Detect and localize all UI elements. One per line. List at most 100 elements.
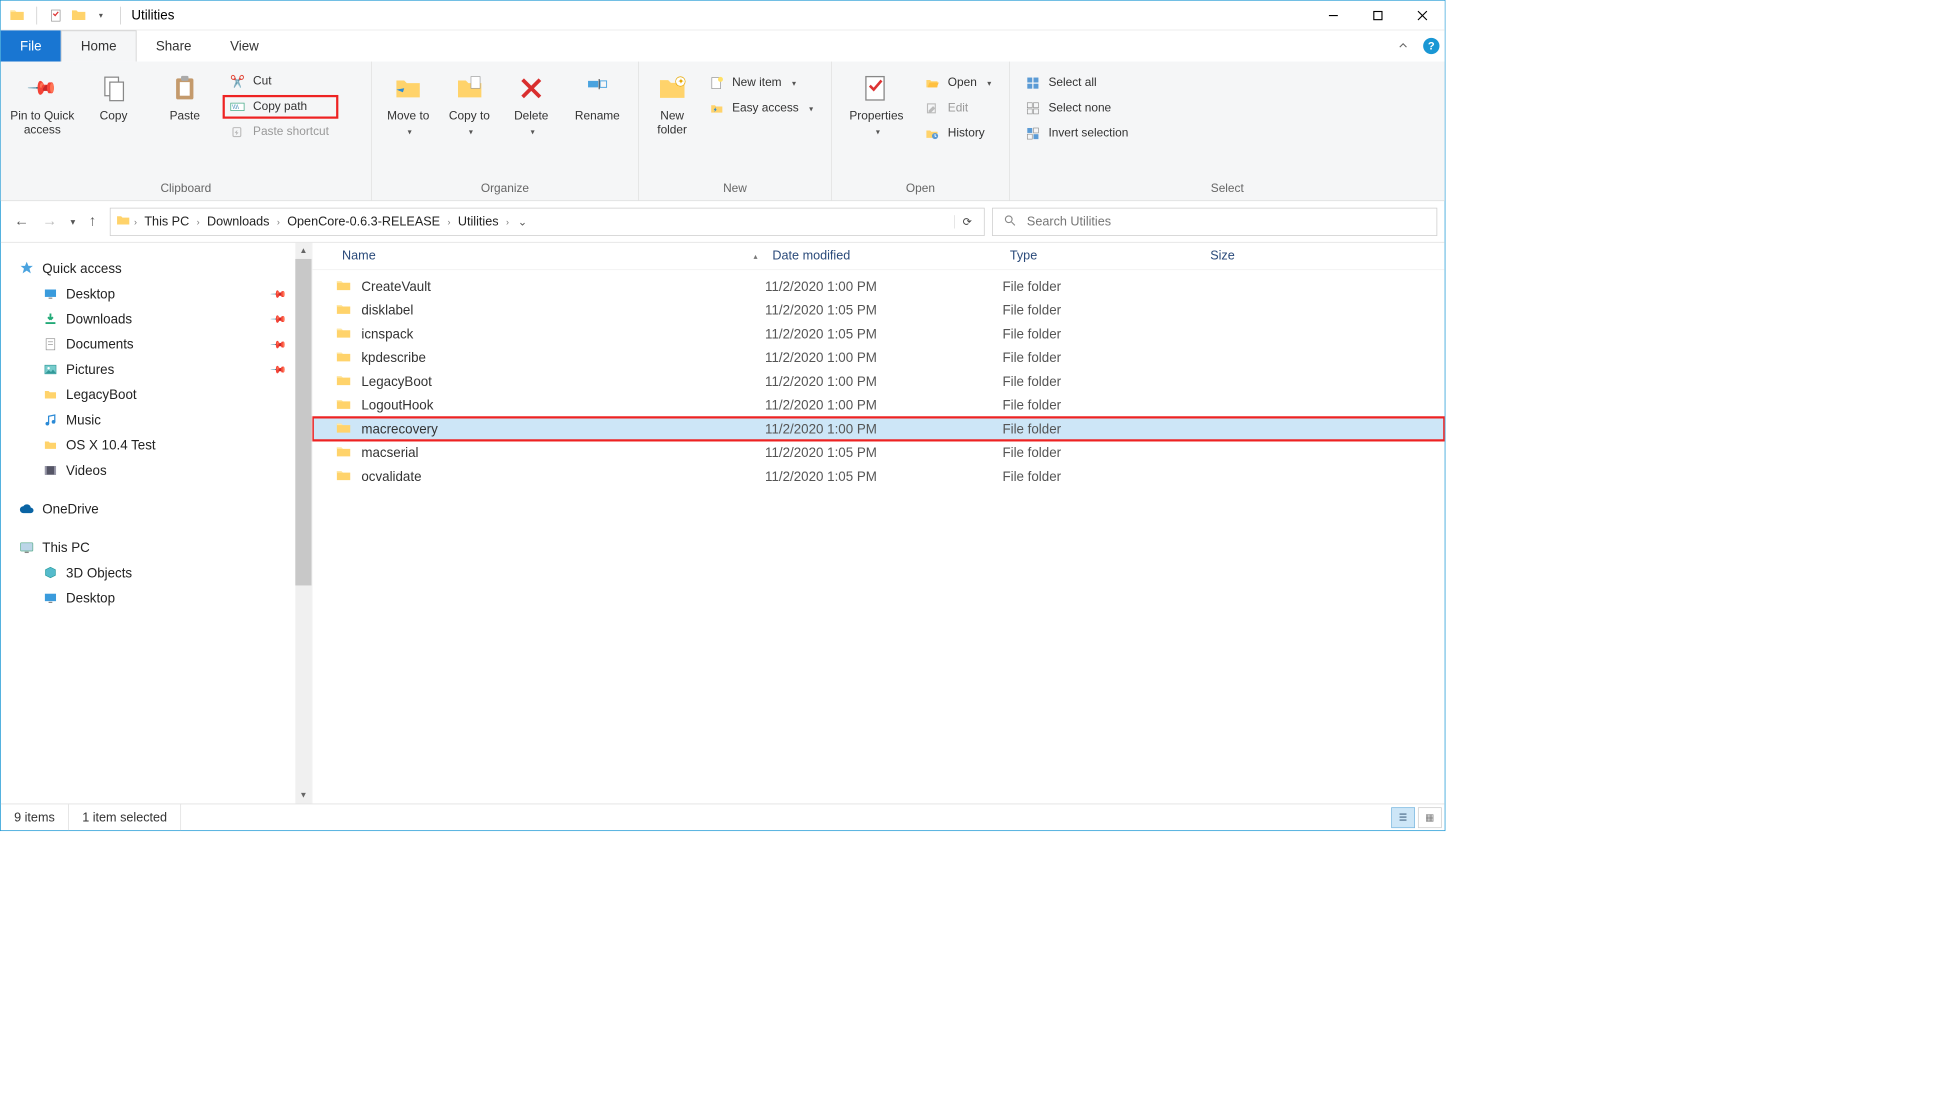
file-row[interactable]: disklabel 11/2/2020 1:05 PM File folder	[312, 298, 1444, 322]
sidebar-scrollbar[interactable]: ▲ ▼	[295, 243, 311, 804]
file-row[interactable]: CreateVault 11/2/2020 1:00 PM File folde…	[312, 275, 1444, 299]
group-select-label: Select	[1010, 180, 1445, 201]
history-button[interactable]: History	[918, 122, 1000, 144]
search-box[interactable]	[992, 207, 1437, 235]
open-button[interactable]: Open	[918, 72, 1000, 94]
nav-forward-button[interactable]: →	[42, 213, 57, 230]
scroll-down-icon[interactable]: ▼	[295, 787, 311, 803]
nav-recent-button[interactable]: ▾	[70, 216, 75, 228]
sidebar-item-documents[interactable]: Documents 📌	[16, 332, 305, 357]
sidebar-onedrive[interactable]: OneDrive	[16, 496, 305, 521]
pin-icon: 📌	[19, 65, 65, 111]
paste-shortcut-label: Paste shortcut	[253, 125, 329, 138]
sidebar-item-desktop[interactable]: Desktop	[16, 585, 305, 610]
breadcrumb-0[interactable]: This PC	[140, 214, 194, 229]
file-row[interactable]: macserial 11/2/2020 1:05 PM File folder	[312, 441, 1444, 465]
qat-folder-icon[interactable]	[70, 6, 88, 24]
pin-quick-access-button[interactable]: 📌 Pin to Quick access	[10, 68, 75, 138]
address-bar[interactable]: › This PC › Downloads › OpenCore-0.6.3-R…	[109, 207, 984, 235]
chevron-right-icon[interactable]: ›	[277, 216, 280, 226]
edit-label: Edit	[948, 102, 968, 115]
paste-button[interactable]: Paste	[152, 68, 217, 124]
sidebar-item-legacyboot[interactable]: LegacyBoot	[16, 382, 305, 407]
file-row[interactable]: icnspack 11/2/2020 1:05 PM File folder	[312, 322, 1444, 346]
nav-up-button[interactable]: ↑	[89, 213, 96, 230]
move-to-button[interactable]: Move to	[381, 68, 436, 138]
chevron-right-icon[interactable]: ›	[197, 216, 200, 226]
column-date[interactable]: Date modified	[765, 249, 1002, 264]
file-type: File folder	[1002, 302, 1202, 318]
select-none-button[interactable]: Select none	[1019, 97, 1137, 119]
sidebar-item-desktop[interactable]: Desktop 📌	[16, 281, 305, 306]
chevron-right-icon[interactable]: ›	[134, 216, 137, 226]
search-input[interactable]	[1027, 214, 1426, 229]
file-row[interactable]: LogoutHook 11/2/2020 1:00 PM File folder	[312, 393, 1444, 417]
copy-to-button[interactable]: Copy to	[442, 68, 497, 138]
pin-indicator-icon: 📌	[269, 360, 287, 378]
file-row[interactable]: kpdescribe 11/2/2020 1:00 PM File folder	[312, 346, 1444, 370]
sidebar-item-music[interactable]: Music	[16, 407, 305, 432]
maximize-button[interactable]	[1356, 0, 1401, 30]
qat-dropdown-icon[interactable]: ▾	[92, 6, 110, 24]
file-row[interactable]: LegacyBoot 11/2/2020 1:00 PM File folder	[312, 370, 1444, 394]
view-details-button[interactable]: ☰	[1391, 807, 1415, 828]
file-row[interactable]: ocvalidate 11/2/2020 1:05 PM File folder	[312, 464, 1444, 488]
minimize-button[interactable]	[1311, 0, 1356, 30]
new-item-label: New item	[732, 76, 781, 89]
address-dropdown-button[interactable]: ⌄	[512, 215, 533, 228]
copy-path-button[interactable]: \\\\ Copy path	[223, 96, 337, 118]
explorer-window: ▾ Utilities File Home Share View ?	[0, 0, 1445, 831]
file-name: ocvalidate	[361, 469, 765, 485]
sidebar-item-icon	[42, 412, 58, 428]
new-folder-button[interactable]: ✦ New folder	[648, 68, 697, 138]
new-item-button[interactable]: New item	[702, 72, 822, 94]
properties-icon	[860, 72, 893, 105]
cut-button[interactable]: ✂️ Cut	[223, 70, 337, 92]
breadcrumb-1[interactable]: Downloads	[203, 214, 274, 229]
sidebar-item-pictures[interactable]: Pictures 📌	[16, 357, 305, 382]
qat-properties-icon[interactable]	[47, 6, 65, 24]
close-button[interactable]	[1400, 0, 1445, 30]
chevron-right-icon[interactable]: ›	[506, 216, 509, 226]
properties-button[interactable]: Properties	[841, 68, 912, 138]
tab-file[interactable]: File	[1, 30, 61, 61]
rename-button[interactable]: Rename	[565, 68, 629, 124]
delete-icon	[515, 72, 548, 105]
sort-asc-icon: ▴	[753, 251, 757, 261]
sidebar-this-pc[interactable]: This PC	[16, 535, 305, 560]
view-thumbnails-button[interactable]: ▦	[1418, 807, 1442, 828]
sidebar-item-os-x-10.4-test[interactable]: OS X 10.4 Test	[16, 433, 305, 458]
nav-back-button[interactable]: ←	[14, 213, 29, 230]
tab-home[interactable]: Home	[61, 30, 137, 61]
breadcrumb-2[interactable]: OpenCore-0.6.3-RELEASE	[283, 214, 445, 229]
column-name[interactable]: Name ▴	[335, 249, 765, 264]
refresh-button[interactable]: ⟳	[955, 215, 980, 228]
select-none-label: Select none	[1048, 102, 1111, 115]
sidebar-quick-access[interactable]: Quick access	[16, 256, 305, 281]
chevron-right-icon[interactable]: ›	[448, 216, 451, 226]
sidebar-item-downloads[interactable]: Downloads 📌	[16, 306, 305, 331]
scroll-up-icon[interactable]: ▲	[295, 243, 311, 259]
column-size[interactable]: Size	[1203, 249, 1445, 264]
collapse-ribbon-button[interactable]	[1388, 30, 1418, 61]
select-all-button[interactable]: Select all	[1019, 72, 1137, 94]
sidebar-item-label: Desktop	[66, 590, 115, 606]
column-name-label: Name	[342, 249, 376, 264]
scroll-thumb[interactable]	[295, 259, 311, 585]
invert-selection-button[interactable]: Invert selection	[1019, 122, 1137, 144]
easy-access-button[interactable]: Easy access	[702, 97, 822, 119]
paste-shortcut-button[interactable]: Paste shortcut	[223, 121, 337, 143]
sidebar-item-3d-objects[interactable]: 3D Objects	[16, 560, 305, 585]
help-button[interactable]: ?	[1418, 30, 1445, 61]
edit-button[interactable]: Edit	[918, 97, 1000, 119]
sidebar-item-videos[interactable]: Videos	[16, 458, 305, 483]
file-row[interactable]: macrecovery 11/2/2020 1:00 PM File folde…	[312, 417, 1444, 441]
column-type[interactable]: Type	[1002, 249, 1202, 264]
delete-button[interactable]: Delete	[503, 68, 560, 138]
tab-share[interactable]: Share	[137, 30, 211, 61]
rename-icon	[581, 72, 614, 105]
copy-button[interactable]: Copy	[81, 68, 146, 124]
breadcrumb-3[interactable]: Utilities	[453, 214, 503, 229]
tab-view[interactable]: View	[211, 30, 278, 61]
select-none-icon	[1025, 100, 1041, 116]
